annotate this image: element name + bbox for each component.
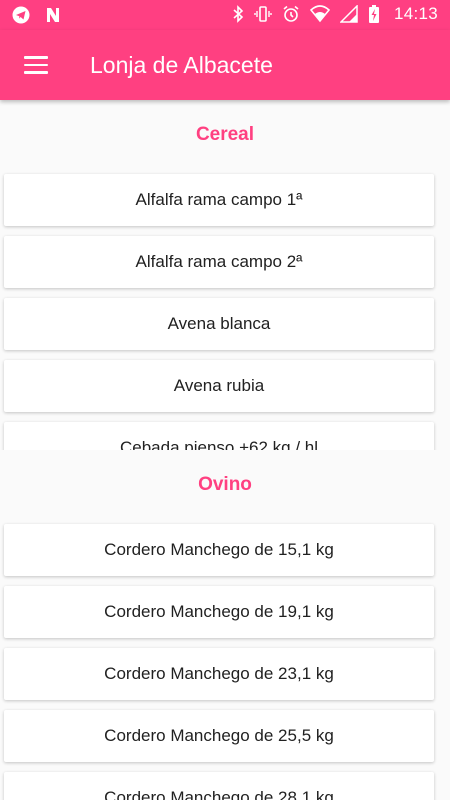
wifi-icon <box>309 5 330 23</box>
section-cereal[interactable]: Cereal Alfalfa rama campo 1ª Alfalfa ram… <box>0 100 450 450</box>
list-item[interactable]: Alfalfa rama campo 1ª <box>4 174 434 226</box>
list-item[interactable]: Cordero Manchego de 23,1 kg <box>4 648 434 700</box>
list-item[interactable]: Cordero Manchego de 25,5 kg <box>4 710 434 762</box>
section-title: Ovino <box>198 474 252 495</box>
status-bar: 14:13 <box>0 0 450 30</box>
list-item[interactable]: Cordero Manchego de 19,1 kg <box>4 586 434 638</box>
app-bar: Lonja de Albacete <box>0 30 450 100</box>
list-item[interactable]: Avena rubia <box>4 360 434 412</box>
battery-charging-icon <box>368 5 379 23</box>
section-ovino[interactable]: Ovino Cordero Manchego de 15,1 kg Corder… <box>0 450 450 800</box>
vibrate-icon <box>254 6 272 22</box>
section-title: Cereal <box>195 124 255 145</box>
list-item[interactable]: Cebada pienso +62 kg / hl <box>4 422 434 450</box>
hamburger-menu-icon[interactable] <box>24 56 48 74</box>
bluetooth-icon <box>233 5 244 23</box>
signal-icon <box>339 5 358 23</box>
n-app-icon <box>47 8 59 22</box>
app-title: Lonja de Albacete <box>90 52 273 78</box>
list-item[interactable]: Avena blanca <box>4 298 434 350</box>
list-item[interactable]: Cordero Manchego de 15,1 kg <box>4 524 434 576</box>
status-time: 14:13 <box>393 4 438 23</box>
list-item[interactable]: Cordero Manchego de 28,1 kg <box>4 772 434 800</box>
alarm-icon <box>283 5 299 22</box>
telegram-icon <box>12 6 30 24</box>
list-item[interactable]: Alfalfa rama campo 2ª <box>4 236 434 288</box>
